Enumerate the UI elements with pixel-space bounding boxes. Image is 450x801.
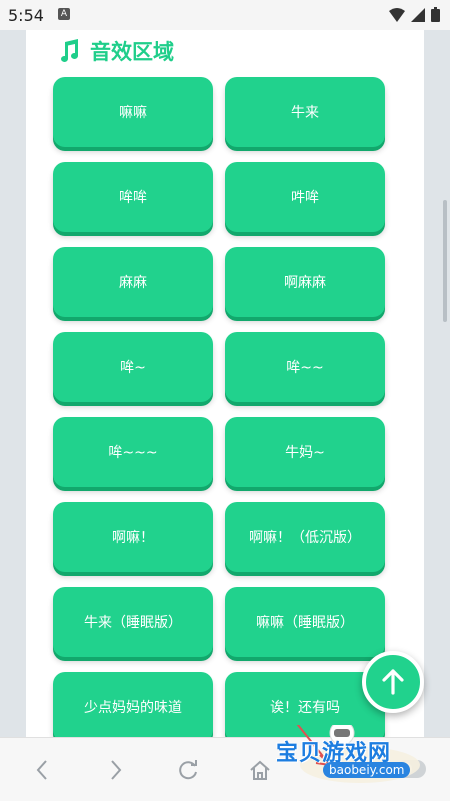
home-icon <box>250 760 270 780</box>
status-bar: 5:54 A <box>0 0 450 30</box>
sound-button[interactable]: 啊嘛！（低沉版） <box>225 502 385 572</box>
sound-button[interactable]: 哞~~ <box>225 332 385 402</box>
sound-button[interactable]: 吽哞 <box>225 162 385 232</box>
scrollbar-thumb[interactable] <box>443 200 447 322</box>
sound-button[interactable]: 哞哞 <box>53 162 213 232</box>
back-button[interactable] <box>28 756 56 784</box>
battery-icon <box>431 7 440 22</box>
wifi-icon <box>389 7 405 22</box>
sound-effects-panel: 音效区域 嘛嘛 牛来 哞哞 吽哞 麻麻 啊麻麻 哞~ 哞~~ 哞~~~ 牛妈~ 啊嘛！ 啊嘛！（低沉版… <box>26 30 424 737</box>
sound-button[interactable]: 牛来 <box>225 77 385 147</box>
chevron-left-icon <box>36 760 47 780</box>
section-title: 音效区域 <box>90 40 174 64</box>
refresh-icon <box>179 760 197 780</box>
sound-button[interactable]: 牛来（睡眠版） <box>53 587 213 657</box>
notification-badge-icon: A <box>58 8 70 20</box>
arrow-up-icon <box>382 669 404 695</box>
sound-button[interactable]: 麻麻 <box>53 247 213 317</box>
section-header: 音效区域 <box>58 36 174 66</box>
page-margin-right <box>424 30 450 737</box>
watermark-url: baobeiy.com <box>323 762 411 778</box>
sound-button[interactable]: 牛妈~ <box>225 417 385 487</box>
page-margin-left <box>0 30 26 737</box>
sound-button[interactable]: 嘛嘛（睡眠版） <box>225 587 385 657</box>
scroll-to-top-button[interactable] <box>362 651 424 713</box>
reload-button[interactable] <box>174 756 202 784</box>
sound-button[interactable]: 啊麻麻 <box>225 247 385 317</box>
sound-button[interactable]: 哞~~~ <box>53 417 213 487</box>
signal-icon <box>411 7 425 22</box>
forward-button[interactable] <box>102 756 130 784</box>
sound-button[interactable]: 哞~ <box>53 332 213 402</box>
sound-button[interactable]: 啊嘛！ <box>53 502 213 572</box>
status-icons <box>389 7 440 22</box>
chevron-right-icon <box>111 760 122 780</box>
sound-button[interactable]: 少点妈妈的味道 <box>53 672 213 737</box>
status-time: 5:54 <box>8 6 44 25</box>
sound-button[interactable]: 嘛嘛 <box>53 77 213 147</box>
music-note-icon <box>61 39 78 62</box>
